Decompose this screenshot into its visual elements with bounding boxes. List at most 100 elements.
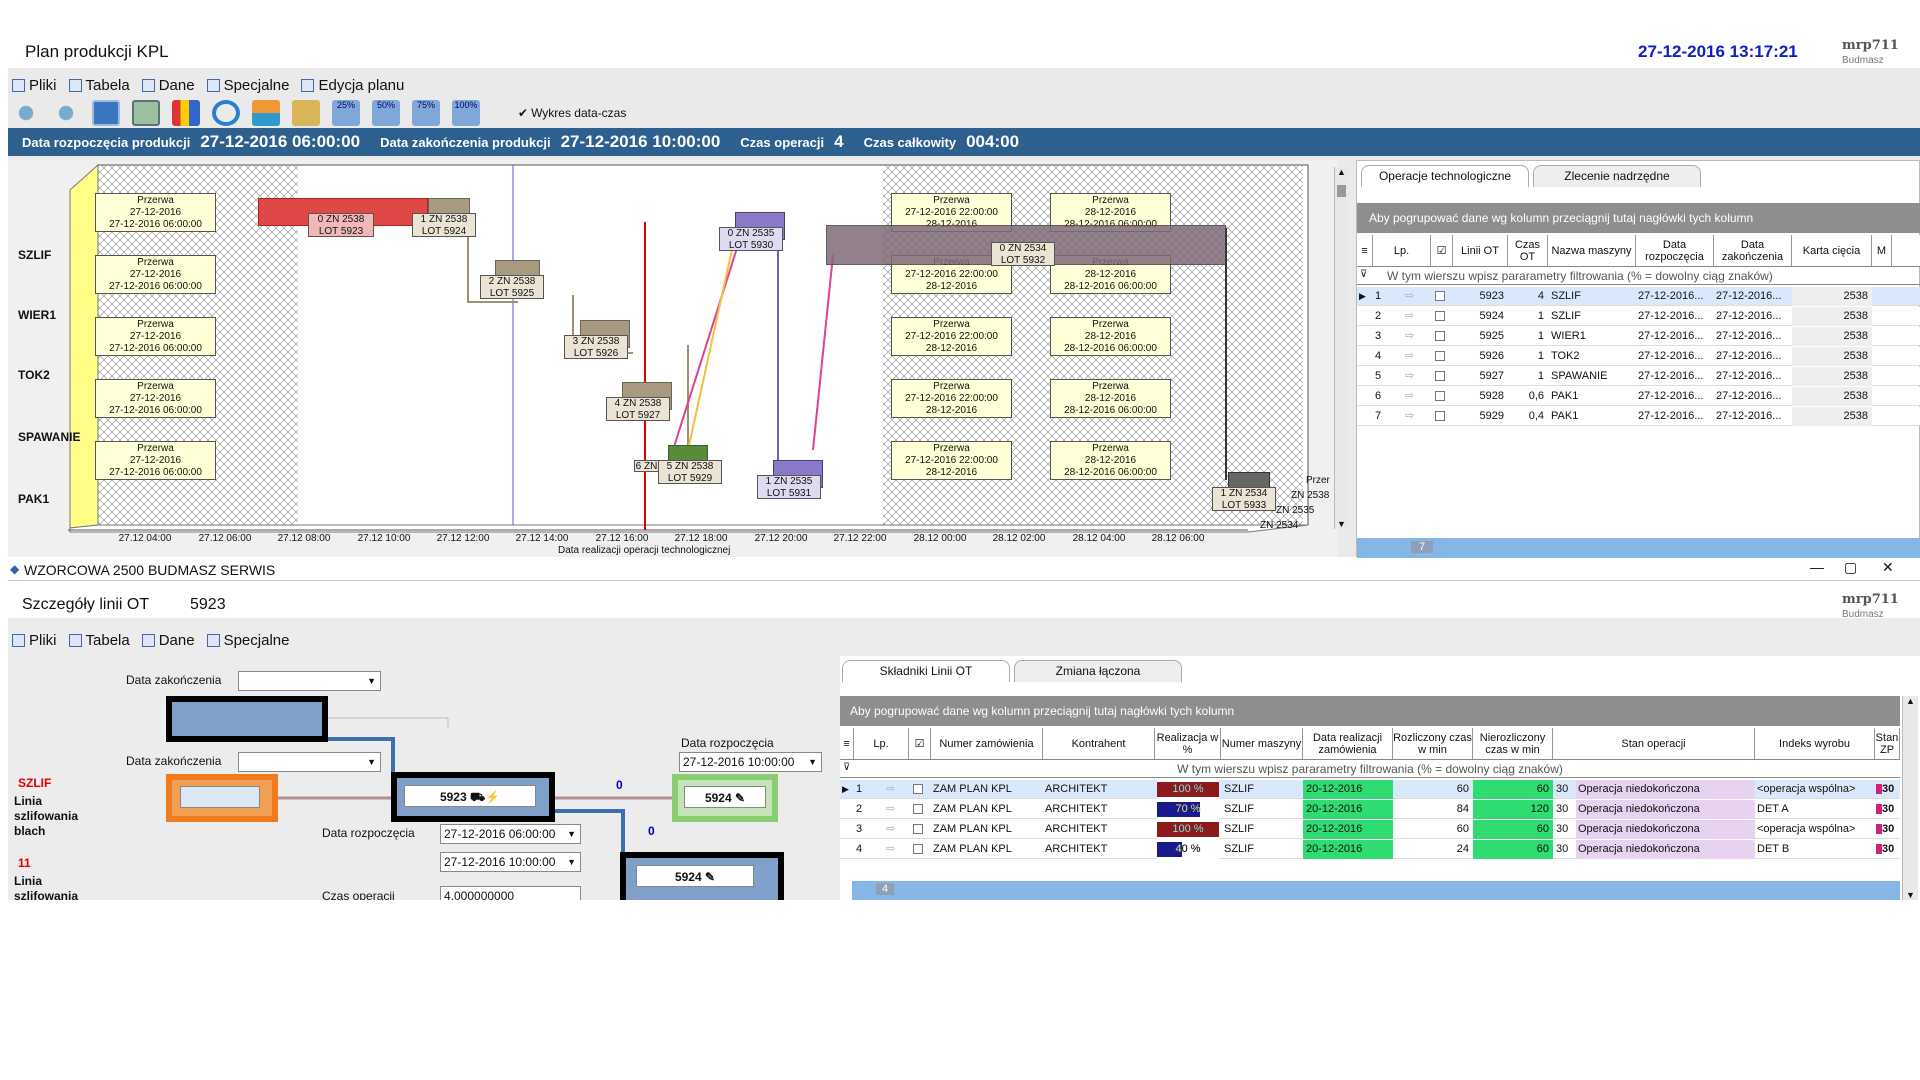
tab-parent-order[interactable]: Zlecenie nadrzędne bbox=[1533, 165, 1701, 187]
comp-row[interactable]: 4 ⇨ ZAM PLAN KPL ARCHITEKT 40 % SZLIF 20-12-20… bbox=[840, 840, 1900, 859]
break-mid-3[interactable]: Przerwa 27-12-2016 22:00:00 28-12-2016 bbox=[891, 317, 1012, 356]
menu-table[interactable]: Tabela bbox=[68, 75, 130, 95]
arrow-icon[interactable]: ⇨ bbox=[1405, 327, 1419, 346]
op-block-lot5924[interactable]: 1 ZN 2538 LOT 5924 bbox=[412, 213, 476, 237]
row-checkbox[interactable] bbox=[913, 800, 927, 819]
end-date-select-2[interactable]: ▼ bbox=[238, 752, 381, 772]
ccol-data-realizacji[interactable]: Data realizacji zamówienia bbox=[1303, 728, 1393, 759]
col-nazwa-maszyny[interactable]: Nazwa maszyny bbox=[1548, 235, 1636, 266]
restore-icon[interactable]: ▢ bbox=[1844, 559, 1857, 576]
arrow-icon[interactable]: ⇨ bbox=[1405, 307, 1419, 326]
ops-row[interactable]: 3 ⇨ 5925 1 WIER1 27-12-2016... 27-12-2016... 25… bbox=[1357, 327, 1920, 346]
op-block-lot5930[interactable]: 0 ZN 2535 LOT 5930 bbox=[719, 227, 783, 251]
comp-filter-row[interactable]: W tym wierszu wpisz pararametry filtrowa… bbox=[840, 760, 1900, 778]
grid-icon[interactable] bbox=[132, 100, 160, 126]
break-left-4[interactable]: Przerwa 27-12-2016 27-12-2016 06:00:00 bbox=[95, 379, 216, 418]
break-left-2[interactable]: Przerwa 27-12-2016 27-12-2016 06:00:00 bbox=[95, 255, 216, 294]
gantt-chart[interactable]: SZLIF WIER1 TOK2 SPAWANIE PAK1 Przerwa 27… bbox=[8, 160, 1338, 557]
menu-data[interactable]: Dane bbox=[141, 75, 195, 95]
scroll-down-icon[interactable]: ▼ bbox=[1906, 890, 1915, 900]
row-checkbox[interactable] bbox=[913, 840, 927, 859]
child-node-label[interactable]: 5924 ✎ bbox=[636, 865, 754, 887]
ops-row[interactable]: 6 ⇨ 5928 0,6 PAK1 27-12-2016... 27-12-2016... 2… bbox=[1357, 387, 1920, 406]
ccol-lp[interactable]: Lp. bbox=[854, 728, 909, 759]
row-checkbox[interactable] bbox=[1435, 407, 1449, 426]
ops-row[interactable]: 4 ⇨ 5926 1 TOK2 27-12-2016... 27-12-2016... 253… bbox=[1357, 347, 1920, 366]
gantt-scrollbar[interactable] bbox=[1338, 160, 1339, 161]
comp-filter-icon[interactable]: ⊽ bbox=[843, 762, 850, 773]
menu-special[interactable]: Specjalne bbox=[206, 75, 289, 95]
col-karta-ciecia[interactable]: Karta cięcia bbox=[1792, 235, 1872, 266]
op-block-lot5927[interactable]: 4 ZN 2538 LOT 5927 bbox=[606, 397, 670, 421]
break-left-1[interactable]: Przerwa 27-12-2016 27-12-2016 06:00:00 bbox=[95, 193, 216, 232]
machine-node-inner[interactable] bbox=[180, 786, 260, 808]
col-czas-ot[interactable]: Czas OT bbox=[1508, 235, 1548, 266]
row-checkbox[interactable] bbox=[1435, 367, 1449, 386]
tab-merged-shift[interactable]: Zmiana łączona bbox=[1014, 660, 1182, 682]
gantt-v-scrollbar[interactable]: ▲ ▼ bbox=[1334, 167, 1348, 529]
arrow-icon[interactable]: ⇨ bbox=[1405, 287, 1419, 306]
break-mid-4[interactable]: Przerwa 27-12-2016 22:00:00 28-12-2016 bbox=[891, 379, 1012, 418]
row-checkbox[interactable] bbox=[1435, 327, 1449, 346]
op-block-lot5925[interactable]: 2 ZN 2538 LOT 5925 bbox=[480, 275, 544, 299]
op-block-lot5933[interactable]: 1 ZN 2534 LOT 5933 bbox=[1212, 487, 1276, 511]
zoom-out-icon[interactable] bbox=[52, 100, 80, 126]
op-block-lot5923[interactable]: 0 ZN 2538 LOT 5923 bbox=[308, 213, 374, 237]
menu-edit-plan[interactable]: Edycja planu bbox=[301, 75, 404, 95]
ccol-realizacja[interactable]: Realizacja w % bbox=[1155, 728, 1221, 759]
comp-row[interactable]: ▶ 1 ⇨ ZAM PLAN KPL ARCHITEKT 100 % SZLIF 20-12-… bbox=[840, 780, 1900, 799]
row-checkbox[interactable] bbox=[1435, 387, 1449, 406]
zoom-50-button[interactable]: 50% bbox=[372, 100, 400, 126]
fit-window-icon[interactable] bbox=[92, 100, 120, 126]
op-block-lot5926[interactable]: 3 ZN 2538 LOT 5926 bbox=[564, 335, 628, 359]
break-right-5[interactable]: Przerwa 28-12-2016 28-12-2016 06:00:00 bbox=[1050, 441, 1171, 480]
tag-icon[interactable] bbox=[292, 100, 320, 126]
chart-datetime-checkbox[interactable]: ✔ Wykres data-czas bbox=[518, 106, 626, 120]
col-linii-ot[interactable]: Linii OT bbox=[1453, 235, 1508, 266]
start-date-select[interactable]: 27-12-2016 06:00:00 ▼ bbox=[440, 824, 581, 844]
row-checkbox[interactable] bbox=[1435, 287, 1449, 306]
zoom-75-button[interactable]: 75% bbox=[412, 100, 440, 126]
break-right-4[interactable]: Przerwa 28-12-2016 28-12-2016 06:00:00 bbox=[1050, 379, 1171, 418]
menu-files[interactable]: Pliki bbox=[12, 75, 57, 95]
row-checkbox[interactable] bbox=[913, 820, 927, 839]
refresh-icon[interactable] bbox=[212, 100, 240, 126]
arrow-icon[interactable]: ⇨ bbox=[1405, 367, 1419, 386]
menu2-files[interactable]: Pliki bbox=[12, 630, 57, 650]
break-left-3[interactable]: Przerwa 27-12-2016 27-12-2016 06:00:00 bbox=[95, 317, 216, 356]
col-m[interactable]: M bbox=[1872, 235, 1892, 266]
arrow-icon[interactable]: ⇨ bbox=[1405, 387, 1419, 406]
ops-row[interactable]: ▶ 1 ⇨ 5923 4 SZLIF 27-12-2016... 27-12-2016... 2… bbox=[1357, 287, 1920, 306]
ccol-nierozliczony[interactable]: Nierozliczony czas w min bbox=[1473, 728, 1553, 759]
menu2-special[interactable]: Specjalne bbox=[206, 630, 289, 650]
col-check-icon[interactable]: ☑ bbox=[1431, 235, 1453, 266]
arrow-icon[interactable]: ⇨ bbox=[886, 820, 900, 839]
ccol-check-icon[interactable]: ☑ bbox=[909, 728, 931, 759]
comp-row[interactable]: 3 ⇨ ZAM PLAN KPL ARCHITEKT 100 % SZLIF 20-12-2… bbox=[840, 820, 1900, 839]
ops-filter-row[interactable]: W tym wierszu wpisz pararametry filtrowa… bbox=[1357, 267, 1920, 285]
row-checkbox[interactable] bbox=[1435, 307, 1449, 326]
scroll-up-icon[interactable]: ▲ bbox=[1337, 167, 1346, 177]
col-data-rozpoczecia[interactable]: Data rozpoczęcia bbox=[1636, 235, 1714, 266]
ops-filter-icon[interactable]: ⊽ bbox=[1360, 269, 1367, 280]
ccol-maszyny[interactable]: Numer maszyny bbox=[1221, 728, 1303, 759]
scroll-thumb[interactable] bbox=[1337, 185, 1346, 197]
col-data-zakonczenia[interactable]: Data zakończenia bbox=[1714, 235, 1792, 266]
zoom-25-button[interactable]: 25% bbox=[332, 100, 360, 126]
row-checkbox[interactable] bbox=[1435, 347, 1449, 366]
op-block-lot5932[interactable]: 0 ZN 2534 LOT 5932 bbox=[991, 242, 1055, 266]
ccol-zamowienie[interactable]: Numer zamówienia bbox=[931, 728, 1043, 759]
op-time-select[interactable]: 4,000000000 bbox=[440, 886, 581, 900]
end-date-select[interactable]: 27-12-2016 10:00:00 ▼ bbox=[440, 852, 581, 872]
ccol-kontrahent[interactable]: Kontrahent bbox=[1043, 728, 1155, 759]
tab-operations[interactable]: Operacje technologiczne bbox=[1361, 165, 1529, 187]
ops-row[interactable]: 2 ⇨ 5924 1 SZLIF 27-12-2016... 27-12-2016... 25… bbox=[1357, 307, 1920, 326]
ops-row[interactable]: 5 ⇨ 5927 1 SPAWANIE 27-12-2016... 27-12-2016..… bbox=[1357, 367, 1920, 386]
tab-components[interactable]: Składniki Linii OT bbox=[842, 660, 1010, 682]
ccol-rozliczony[interactable]: Rozliczony czas w min bbox=[1393, 728, 1473, 759]
comp-v-scrollbar[interactable]: ▲ ▼ bbox=[1902, 696, 1918, 900]
ccol-stan-zp[interactable]: Stan ZP bbox=[1875, 728, 1900, 759]
arrow-icon[interactable]: ⇨ bbox=[886, 780, 900, 799]
arrow-icon[interactable]: ⇨ bbox=[1405, 407, 1419, 426]
arrow-icon[interactable]: ⇨ bbox=[886, 800, 900, 819]
